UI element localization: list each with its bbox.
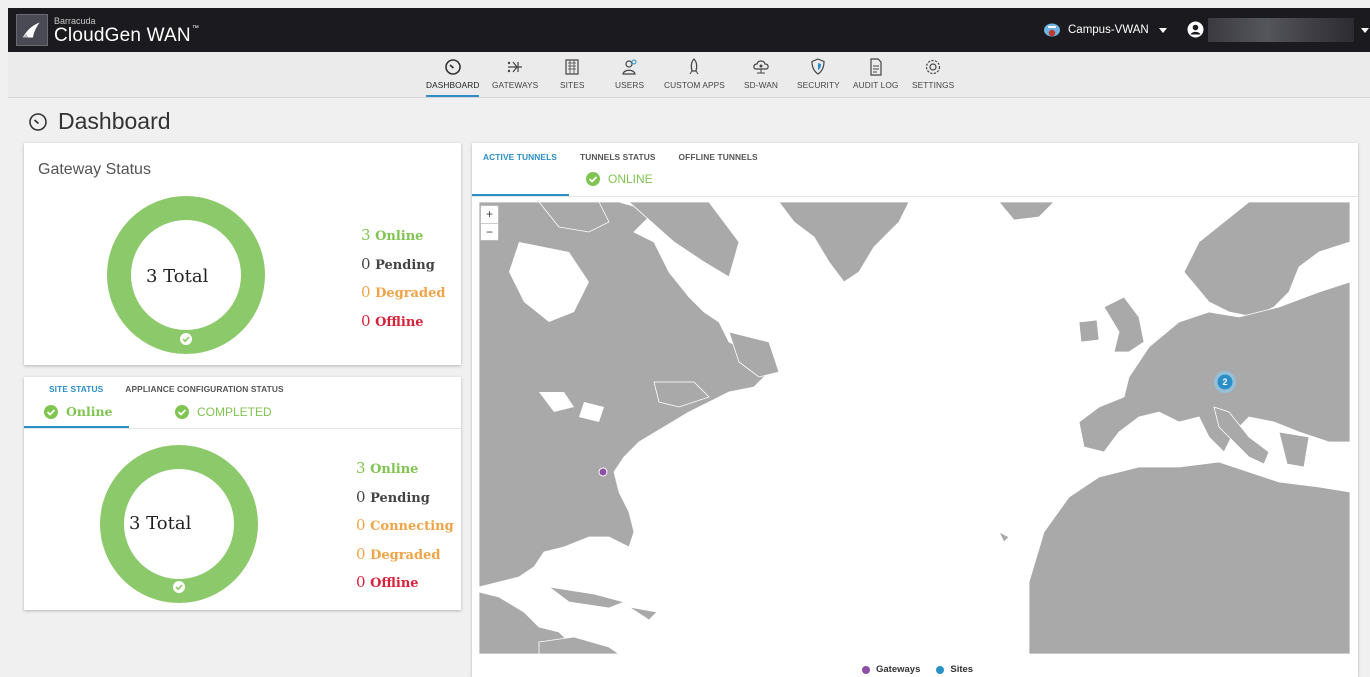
tunnel-tabs: ACTIVE TUNNELS TUNNELS STATUS OFFLINE TU… <box>483 152 758 162</box>
nav-dashboard[interactable]: DASHBOARD <box>426 57 480 97</box>
rocket-icon <box>690 58 699 75</box>
tab-tunnels-status[interactable]: TUNNELS STATUS <box>580 152 656 162</box>
nav-sites[interactable]: SITES <box>560 57 584 97</box>
user-name-redacted[interactable] <box>1208 18 1354 42</box>
legend-connecting[interactable]: 0 Connecting <box>356 512 454 541</box>
map-legend: Gateways Sites <box>862 664 973 675</box>
chevron-down-icon <box>1158 27 1167 33</box>
workspace-label: Campus-VWAN <box>1068 24 1149 36</box>
speedometer-icon <box>444 59 461 75</box>
users-icon <box>621 59 637 75</box>
cluster-count: 2 <box>1222 377 1228 387</box>
legend-offline[interactable]: 0 Offline <box>361 308 445 337</box>
page-title: Dashboard <box>28 108 171 135</box>
nav-users[interactable]: USERS <box>615 57 644 97</box>
gateways-dot-icon <box>862 665 870 674</box>
check-circle-icon <box>175 405 189 419</box>
card-title: Gateway Status <box>38 161 151 178</box>
tab-offline-tunnels[interactable]: OFFLINE TUNNELS <box>679 152 758 162</box>
config-completed-status[interactable]: COMPLETED <box>175 405 272 419</box>
top-bar: Barracuda CloudGen WAN™ Campus-VWAN <box>8 8 1370 52</box>
cloud-network-icon <box>1044 23 1060 37</box>
zoom-in-button[interactable]: + <box>481 206 498 223</box>
site-status-tabs: SITE STATUS APPLIANCE CONFIGURATION STAT… <box>49 384 284 394</box>
nav-sd-wan[interactable]: SD-WAN <box>744 57 778 97</box>
legend-degraded[interactable]: 0 Degraded <box>361 279 445 308</box>
document-icon <box>870 58 882 76</box>
legend-gateways[interactable]: Gateways <box>876 664 920 675</box>
barracuda-logo-icon[interactable] <box>16 14 48 46</box>
tab-divider <box>472 196 1358 197</box>
tab-site-status[interactable]: SITE STATUS <box>49 384 103 394</box>
legend-online[interactable]: 3 Online <box>356 455 454 484</box>
check-circle-icon <box>173 581 185 593</box>
gateway-legend: 3 Online 0 Pending 0 Degraded 0 Offline <box>361 222 445 336</box>
legend-pending[interactable]: 0 Pending <box>356 484 454 513</box>
nav-audit-log[interactable]: AUDIT LOG <box>853 57 898 97</box>
sites-dot-icon <box>936 665 945 674</box>
cloud-network-icon <box>753 60 769 74</box>
legend-degraded[interactable]: 0 Degraded <box>356 541 454 570</box>
legend-online[interactable]: 3 Online <box>361 222 445 251</box>
gateway-status-card: Gateway Status 3 Total 3 Online 0 Pendin… <box>24 143 461 365</box>
nav-settings[interactable]: SETTINGS <box>912 57 954 97</box>
nav-security[interactable]: SECURITY <box>797 57 840 97</box>
speedometer-icon <box>29 112 47 131</box>
workspace-selector[interactable]: Campus-VWAN <box>1043 20 1167 40</box>
user-account-icon[interactable] <box>1187 21 1204 38</box>
tab-divider <box>24 428 461 429</box>
legend-offline[interactable]: 0 Offline <box>356 569 454 598</box>
tunnels-online-status[interactable]: ONLINE <box>586 172 653 186</box>
main-navigation: DASHBOARD GATEWAYS SITES USERS CUSTOM AP… <box>8 52 1370 98</box>
building-icon <box>565 59 579 75</box>
gear-icon <box>926 59 941 75</box>
nav-gateways[interactable]: GATEWAYS <box>492 57 538 97</box>
world-map[interactable]: 2 <box>479 202 1350 654</box>
legend-pending[interactable]: 0 Pending <box>361 251 445 280</box>
chevron-down-icon[interactable] <box>1361 28 1369 33</box>
site-total: 3 Total <box>129 513 192 534</box>
nav-custom-apps[interactable]: CUSTOM APPS <box>664 57 725 97</box>
zoom-out-button[interactable]: − <box>481 223 498 240</box>
gateway-marker[interactable] <box>598 467 608 477</box>
site-status-card: SITE STATUS APPLIANCE CONFIGURATION STAT… <box>24 377 461 610</box>
gateway-total: 3 Total <box>146 266 209 287</box>
check-circle-icon <box>586 172 600 186</box>
site-online-status[interactable]: Online <box>44 404 113 419</box>
legend-sites[interactable]: Sites <box>950 664 973 675</box>
check-circle-icon <box>44 404 58 419</box>
check-circle-icon <box>180 333 192 345</box>
shield-icon <box>811 58 825 75</box>
tab-appliance-config-status[interactable]: APPLIANCE CONFIGURATION STATUS <box>125 384 283 394</box>
brand-product: CloudGen WAN™ <box>54 25 200 46</box>
map-zoom-control: + − <box>480 205 499 241</box>
tab-active-tunnels[interactable]: ACTIVE TUNNELS <box>483 152 557 162</box>
gateways-icon <box>507 61 523 73</box>
site-legend: 3 Online 0 Pending 0 Connecting 0 Degrad… <box>356 455 454 598</box>
